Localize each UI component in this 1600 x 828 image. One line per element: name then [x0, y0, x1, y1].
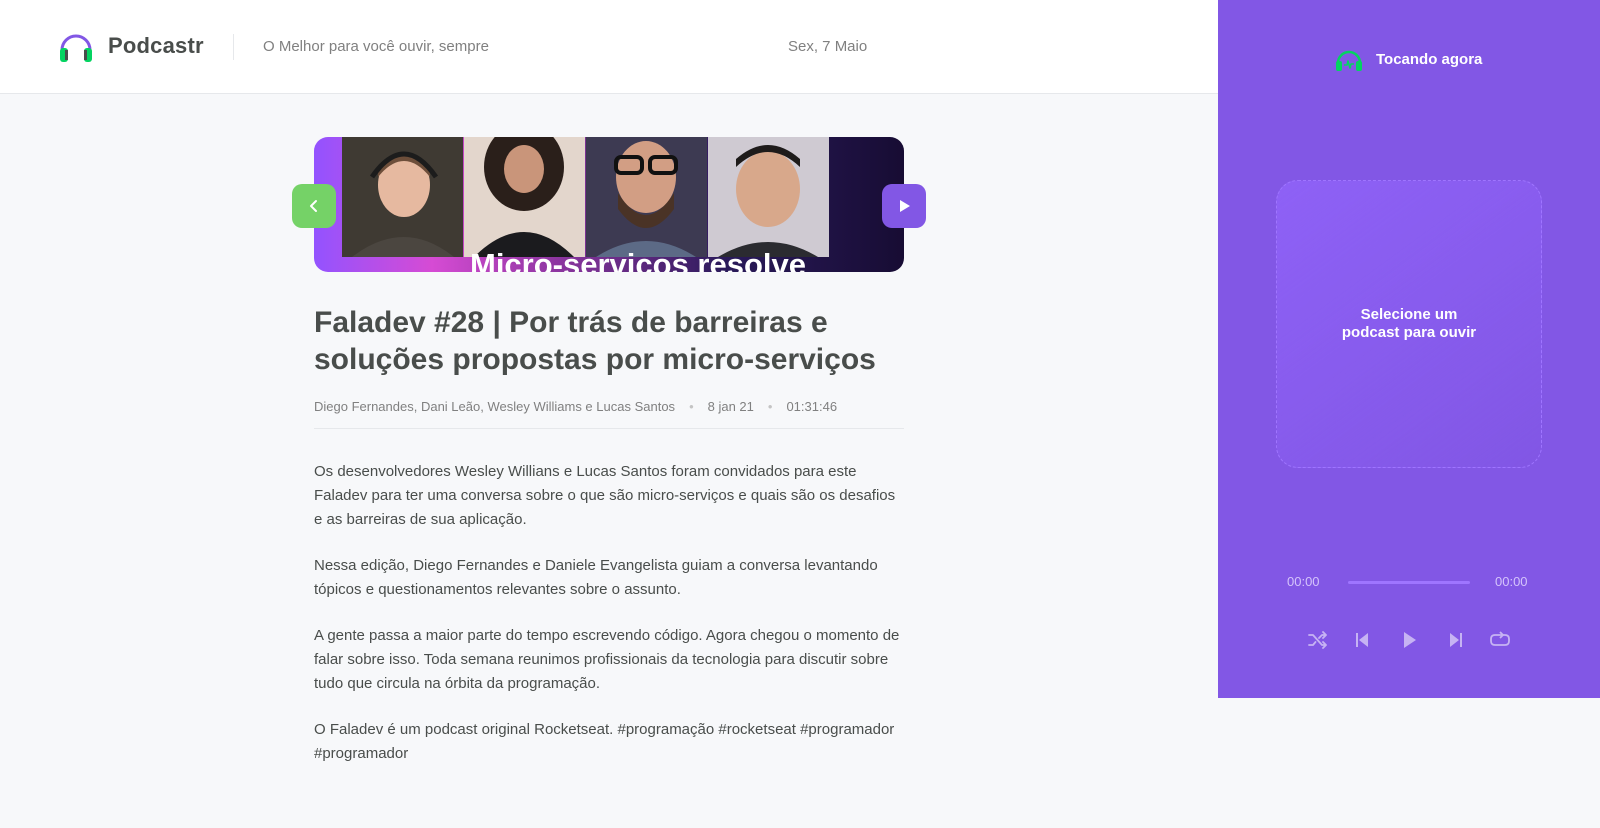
- repeat-icon[interactable]: [1488, 628, 1512, 652]
- episode-thumbnail: Micro-serviços resolve: [314, 137, 904, 272]
- meta-separator: •: [689, 399, 694, 414]
- guest-photo-2: [464, 137, 585, 257]
- episode-description: Os desenvolvedores Wesley Willians e Luc…: [314, 460, 904, 788]
- current-date: Sex, 7 Maio: [788, 38, 868, 55]
- episode-published-at: 8 jan 21: [707, 399, 754, 414]
- shuffle-icon[interactable]: [1306, 628, 1330, 652]
- description-paragraph: A gente passa a maior parte do tempo esc…: [314, 627, 900, 692]
- tagline: O Melhor para você ouvir, sempre: [263, 38, 489, 55]
- headphones-logo-icon: [60, 34, 92, 62]
- episode-duration: 01:31:46: [786, 399, 838, 414]
- empty-player-card: Selecione um podcast para ouvir: [1276, 180, 1542, 468]
- description-paragraph: O Faladev é um podcast original Rocketse…: [314, 721, 895, 762]
- chevron-left-icon: [310, 200, 317, 212]
- episode-members: Diego Fernandes, Dani Leão, Wesley Willi…: [314, 399, 676, 414]
- player-controls: [1218, 628, 1600, 652]
- divider: [314, 428, 904, 429]
- play-icon[interactable]: [1397, 628, 1421, 652]
- next-icon[interactable]: [1444, 628, 1468, 652]
- guest-photo-1: [342, 137, 463, 257]
- back-button[interactable]: [292, 184, 336, 228]
- logo-text: Podcastr: [108, 33, 204, 58]
- empty-player-text: Selecione um podcast para ouvir: [1341, 306, 1477, 341]
- progress-slider[interactable]: [1348, 581, 1470, 584]
- header-divider: [233, 34, 234, 60]
- play-episode-button[interactable]: [882, 184, 926, 228]
- now-playing-label: Tocando agora: [1376, 50, 1483, 68]
- meta-separator: •: [767, 399, 773, 414]
- episode-meta: Diego Fernandes, Dani Leão, Wesley Willi…: [314, 399, 837, 414]
- app-header: Podcastr O Melhor para você ouvir, sempr…: [0, 0, 1218, 94]
- playing-headphones-icon: [1336, 50, 1362, 71]
- thumbnail-caption: Micro-serviços resolve: [470, 247, 807, 272]
- description-paragraph: Os desenvolvedores Wesley Willians e Luc…: [314, 463, 896, 528]
- logo[interactable]: Podcastr: [58, 28, 204, 64]
- total-duration: 00:00: [1495, 574, 1528, 589]
- previous-icon[interactable]: [1350, 628, 1374, 652]
- episode-title: Faladev #28 | Por trás de barreiras e so…: [314, 306, 876, 376]
- player-panel: Tocando agora Selecione um podcast para …: [1218, 0, 1600, 698]
- description-paragraph: Nessa edição, Diego Fernandes e Daniele …: [314, 557, 878, 598]
- guest-photo-4: [708, 137, 829, 257]
- guest-photo-3: [586, 137, 707, 257]
- now-playing-header: Tocando agora: [1334, 44, 1482, 74]
- current-time: 00:00: [1287, 574, 1320, 589]
- play-icon: [900, 200, 910, 212]
